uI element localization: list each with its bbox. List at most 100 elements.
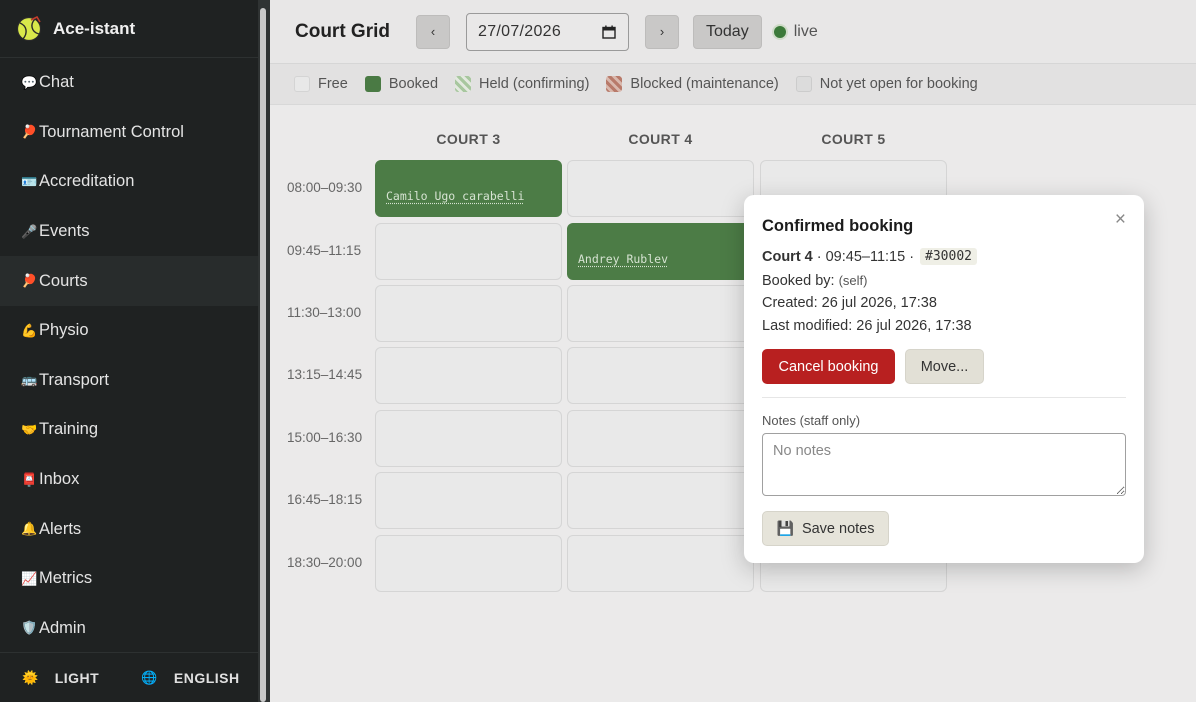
- free-slot[interactable]: [567, 160, 754, 217]
- sidebar-item-events[interactable]: 🎤 Events: [0, 207, 258, 257]
- free-slot[interactable]: [567, 347, 754, 404]
- next-day-button[interactable]: ›: [645, 14, 679, 49]
- handshake-icon: 🤝: [21, 421, 38, 437]
- free-slot[interactable]: [375, 472, 562, 529]
- swatch-free: [294, 76, 310, 92]
- swatch-blocked: [606, 76, 623, 92]
- free-slot[interactable]: [567, 472, 754, 529]
- created-at: Created: 26 jul 2026, 17:38: [762, 295, 937, 311]
- racket-icon: 🏓: [21, 273, 38, 289]
- free-slot[interactable]: [375, 285, 562, 342]
- free-slot[interactable]: [375, 223, 562, 280]
- free-slot[interactable]: [375, 410, 562, 467]
- microphone-icon: 🎤: [21, 223, 38, 239]
- bell-icon: 🔔: [21, 521, 38, 537]
- time-slot-label: 08:00–09:30: [287, 180, 363, 195]
- save-notes-label: Save notes: [801, 520, 875, 537]
- sidebar-item-label: Courts: [39, 271, 88, 290]
- booking-modal: × Confirmed booking Court 4 · 09:45–11:1…: [744, 195, 1144, 563]
- sidebar-item-alerts[interactable]: 🔔 Alerts: [0, 504, 258, 554]
- sidebar-item-label: Alerts: [39, 519, 82, 538]
- player-name-link[interactable]: Andrey Rublev: [578, 252, 668, 266]
- racket-icon: 🏓: [21, 124, 38, 140]
- free-slot[interactable]: [567, 535, 754, 592]
- sidebar-item-inbox[interactable]: 📮 Inbox: [0, 455, 258, 505]
- id-card-icon: 🪪: [21, 173, 38, 189]
- legend-blocked: Blocked (maintenance): [606, 76, 779, 92]
- time-slot-label: 16:45–18:15: [287, 492, 363, 507]
- tennis-ball-logo-icon: [16, 15, 42, 41]
- mailbox-icon: 📮: [21, 471, 38, 487]
- page-title: Court Grid: [295, 20, 390, 42]
- chart-icon: 📈: [21, 570, 38, 586]
- legend-label: Held (confirming): [479, 76, 590, 92]
- court-header: COURT 5: [821, 131, 886, 147]
- calendar-icon[interactable]: [602, 25, 616, 39]
- swatch-booked: [364, 76, 381, 92]
- free-slot[interactable]: [567, 410, 754, 467]
- date-input[interactable]: 27/07/2026: [466, 12, 629, 51]
- sidebar-scrollbar[interactable]: [258, 0, 270, 702]
- swatch-held: [455, 76, 472, 92]
- time-slot-label: 11:30–13:00: [287, 305, 362, 320]
- sidebar-item-accreditation[interactable]: 🪪 Accreditation: [0, 157, 258, 207]
- legend-label: Free: [318, 76, 348, 92]
- court-header: COURT 3: [436, 131, 501, 147]
- legend-booked: Booked: [364, 76, 438, 92]
- booked-by-value: (self): [838, 273, 868, 288]
- time-slot-label: 13:15–14:45: [287, 367, 363, 382]
- sun-icon: 🌞: [22, 669, 39, 685]
- sidebar-item-metrics[interactable]: 📈 Metrics: [0, 554, 258, 604]
- globe-icon: 🌐: [141, 669, 158, 685]
- modified-at: Last modified: 26 jul 2026, 17:38: [762, 318, 972, 334]
- prev-day-button[interactable]: ‹: [416, 14, 450, 49]
- sidebar-item-transport[interactable]: 🚌 Transport: [0, 356, 258, 406]
- move-booking-button[interactable]: Move...: [905, 349, 984, 384]
- sidebar-item-label: Physio: [39, 321, 89, 340]
- save-notes-button[interactable]: 💾 Save notes: [762, 511, 889, 546]
- sidebar-item-courts[interactable]: 🏓 Courts: [0, 256, 258, 306]
- sidebar: Ace-istant 💬 Chat 🏓 Tournament Control 🪪 Accr…: [0, 0, 258, 702]
- sidebar-item-label: Training: [39, 420, 98, 439]
- modal-divider: [762, 397, 1126, 398]
- booking-summary: Court 4 · 09:45–11:15 · #30002: [762, 248, 977, 265]
- live-label: live: [793, 22, 818, 40]
- sidebar-item-chat[interactable]: 💬 Chat: [0, 58, 258, 108]
- cancel-booking-button[interactable]: Cancel booking: [762, 349, 895, 384]
- sidebar-item-admin[interactable]: 🛡️ Admin: [0, 604, 258, 654]
- booked-slot[interactable]: Andrey Rublev: [567, 223, 754, 280]
- player-name-link[interactable]: Camilo Ugo carabelli: [386, 189, 524, 203]
- sidebar-item-label: Tournament Control: [39, 122, 184, 141]
- notes-input[interactable]: [762, 433, 1126, 496]
- scrollbar-thumb[interactable]: [260, 8, 266, 702]
- flexed-muscle-icon: 💪: [21, 322, 38, 338]
- sidebar-footer: 🌞 LIGHT 🌐 ENGLISH: [0, 652, 258, 702]
- sidebar-item-tournament-control[interactable]: 🏓 Tournament Control: [0, 108, 258, 158]
- topbar: Court Grid ‹ 27/07/2026 › Today live: [270, 0, 1196, 64]
- close-icon[interactable]: ×: [1115, 209, 1126, 231]
- sidebar-item-label: Metrics: [39, 569, 93, 588]
- legend-label: Blocked (maintenance): [630, 76, 779, 92]
- free-slot[interactable]: [375, 535, 562, 592]
- shield-icon: 🛡️: [21, 620, 38, 636]
- legend-free: Free: [294, 76, 348, 92]
- language-toggle[interactable]: 🌐 ENGLISH: [141, 670, 239, 686]
- sidebar-item-label: Chat: [39, 73, 74, 92]
- legend-not-open: Not yet open for booking: [795, 76, 978, 92]
- theme-toggle[interactable]: 🌞 LIGHT: [22, 670, 99, 686]
- booked-slot[interactable]: Camilo Ugo carabelli: [375, 160, 562, 217]
- today-button[interactable]: Today: [693, 14, 762, 49]
- free-slot[interactable]: [375, 347, 562, 404]
- sidebar-item-physio[interactable]: 💪 Physio: [0, 306, 258, 356]
- booked-by-label: Booked by:: [762, 273, 835, 289]
- legend-label: Not yet open for booking: [819, 76, 978, 92]
- legend-held: Held (confirming): [455, 76, 589, 92]
- sidebar-item-label: Admin: [39, 618, 86, 637]
- court-header: COURT 4: [628, 131, 693, 147]
- booked-by: Booked by: (self): [762, 273, 867, 289]
- free-slot[interactable]: [567, 285, 754, 342]
- brand[interactable]: Ace-istant: [0, 0, 258, 58]
- booking-time: · 09:45–11:15 ·: [816, 248, 915, 265]
- sidebar-nav: 💬 Chat 🏓 Tournament Control 🪪 Accreditation 🎤 E…: [0, 58, 258, 653]
- sidebar-item-training[interactable]: 🤝 Training: [0, 405, 258, 455]
